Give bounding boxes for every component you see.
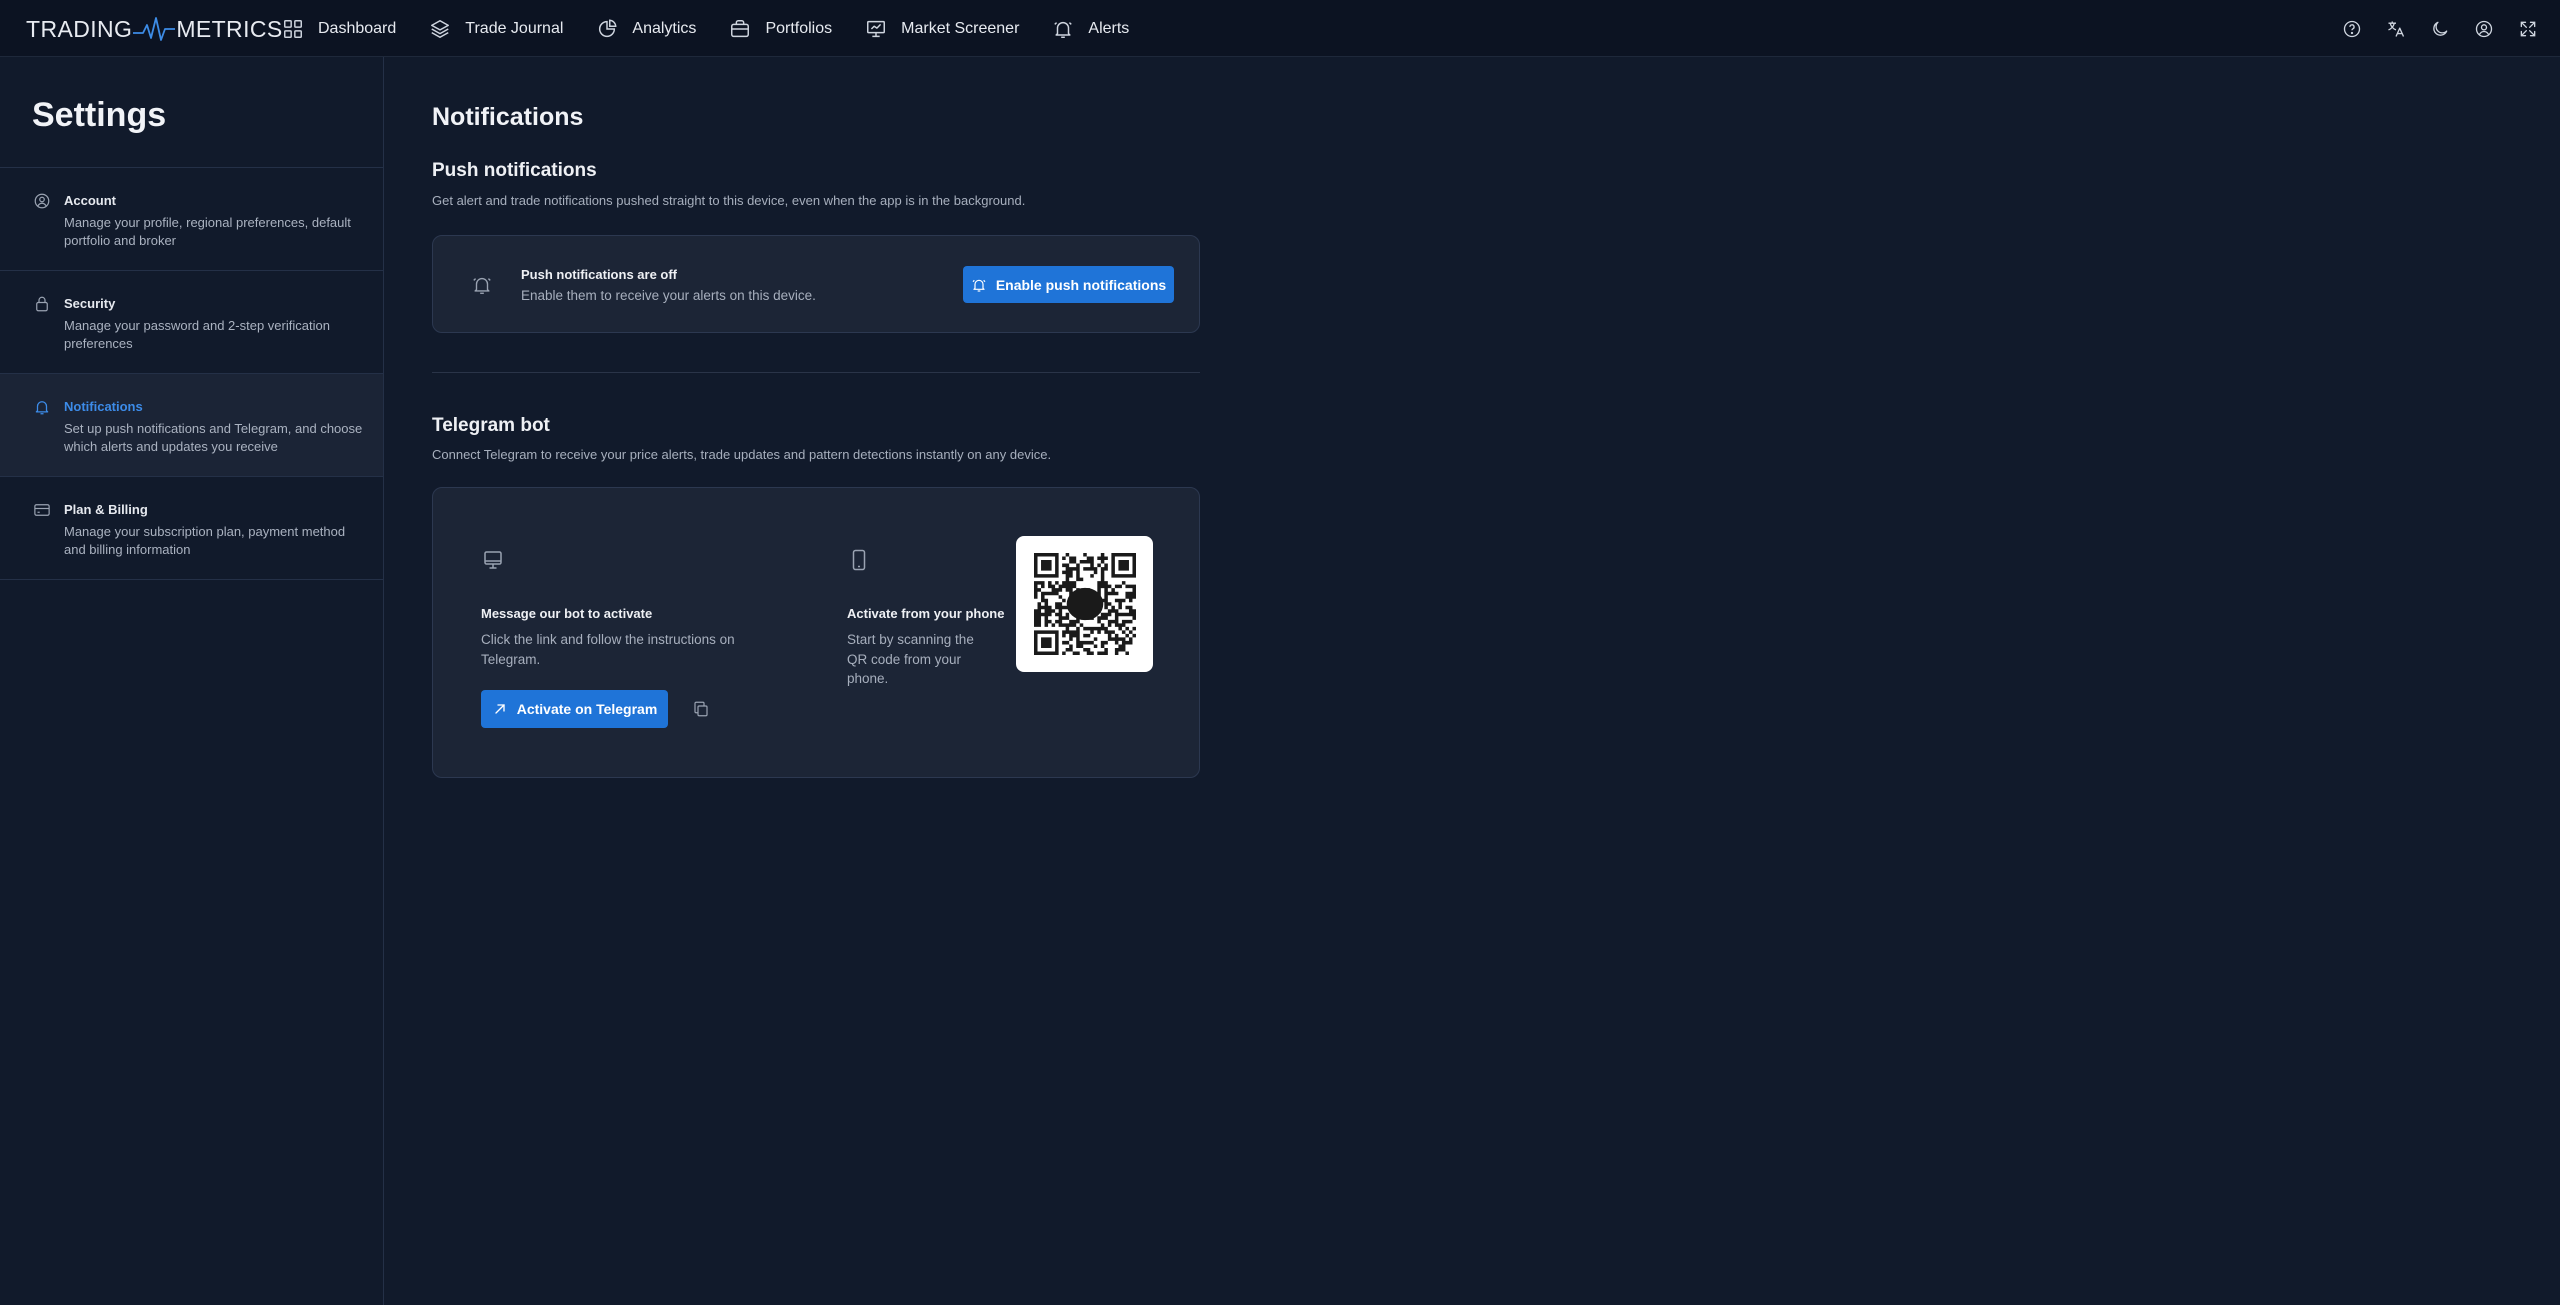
brand-text-right: METRICS bbox=[176, 15, 283, 42]
push-section-title: Push notifications bbox=[432, 160, 597, 181]
smartphone-icon bbox=[852, 549, 866, 571]
enable-push-label: Enable push notifications bbox=[995, 276, 1167, 293]
monitor-icon bbox=[484, 551, 502, 569]
moon-icon[interactable] bbox=[2430, 19, 2450, 39]
push-status-card: Push notifications are off Enable them t… bbox=[432, 235, 1200, 333]
pulse-logo-icon bbox=[133, 17, 176, 41]
nav-label: Dashboard bbox=[318, 19, 397, 37]
bell-ring-icon bbox=[972, 279, 986, 292]
grid-icon bbox=[284, 19, 302, 38]
push-status-title: Push notifications are off bbox=[521, 267, 678, 282]
telegram-section-title: Telegram bot bbox=[432, 415, 550, 436]
nav-trade-journal[interactable]: Trade Journal bbox=[429, 0, 563, 57]
copy-icon[interactable] bbox=[692, 700, 710, 718]
nav-analytics[interactable]: Analytics bbox=[596, 0, 696, 57]
page-title: Notifications bbox=[432, 103, 584, 131]
phone-activate-title: Activate from your phone bbox=[847, 606, 1005, 621]
sidebar-item-description: Set up push notifications and Telegram, … bbox=[64, 421, 363, 454]
sidebar-item-title: Plan & Billing bbox=[64, 502, 148, 517]
help-icon[interactable] bbox=[2342, 19, 2362, 39]
briefcase-icon bbox=[731, 19, 750, 37]
bot-activate-description: Click the link and follow the instructio… bbox=[481, 632, 735, 667]
bell-icon bbox=[473, 277, 491, 294]
phone-activate-description: Start by scanning the QR code from your … bbox=[847, 632, 974, 686]
user-icon[interactable] bbox=[2474, 19, 2494, 39]
sidebar-item-plan-billing[interactable]: Plan & Billing Manage your subscription … bbox=[0, 477, 383, 580]
nav-label: Trade Journal bbox=[465, 19, 564, 37]
sidebar-item-notifications[interactable]: Notifications Set up push notifications … bbox=[0, 374, 383, 477]
nav-portfolios[interactable]: Portfolios bbox=[729, 0, 832, 57]
credit-card-icon bbox=[34, 504, 50, 516]
section-divider bbox=[432, 372, 1200, 373]
sidebar-item-account[interactable]: Account Manage your profile, regional pr… bbox=[0, 168, 383, 271]
user-circle-icon bbox=[34, 193, 50, 209]
nav-label: Portfolios bbox=[765, 19, 833, 37]
arrow-up-right-icon bbox=[495, 704, 505, 714]
lock-icon bbox=[36, 296, 48, 312]
pie-chart-icon bbox=[599, 19, 617, 37]
sidebar-item-title: Account bbox=[64, 193, 116, 208]
top-navigation-bar: TRADING METRICS Dashboard Trade Journal … bbox=[0, 0, 2560, 57]
sidebar-item-title: Security bbox=[64, 296, 116, 311]
layers-icon bbox=[431, 19, 450, 38]
brand-text-left: TRADING bbox=[26, 15, 133, 42]
presentation-chart-icon bbox=[867, 20, 886, 37]
bell-icon bbox=[35, 401, 49, 415]
telegram-section-description: Connect Telegram to receive your price a… bbox=[432, 447, 1052, 462]
settings-menu: Account Manage your profile, regional pr… bbox=[0, 167, 383, 580]
nav-utilities bbox=[2318, 0, 2538, 57]
enable-push-button[interactable]: Enable push notifications bbox=[963, 266, 1174, 303]
nav-market-screener[interactable]: Market Screener bbox=[865, 0, 1019, 57]
main-nav: Dashboard Trade Journal Analytics Portfo… bbox=[282, 0, 1162, 57]
push-section-description: Get alert and trade notifications pushed… bbox=[432, 193, 1026, 208]
sidebar-item-description: Manage your profile, regional preference… bbox=[64, 215, 351, 248]
settings-sidebar: Settings Account Manage your profile, re… bbox=[0, 57, 384, 1305]
nav-label: Analytics bbox=[632, 19, 697, 37]
nav-label: Market Screener bbox=[901, 19, 1020, 37]
sidebar-item-description: Manage your password and 2-step verifica… bbox=[64, 318, 330, 351]
push-status-description: Enable them to receive your alerts on th… bbox=[521, 288, 816, 303]
nav-dashboard[interactable]: Dashboard bbox=[282, 0, 396, 57]
translate-icon[interactable] bbox=[2386, 19, 2406, 39]
telegram-card: Message our bot to activate Click the li… bbox=[432, 487, 1200, 778]
sidebar-item-title: Notifications bbox=[64, 399, 143, 414]
sidebar-item-description: Manage your subscription plan, payment m… bbox=[64, 524, 346, 557]
brand-logo[interactable]: TRADING METRICS bbox=[26, 14, 283, 44]
bell-icon bbox=[1054, 21, 1073, 38]
bot-activate-title: Message our bot to activate bbox=[481, 606, 653, 621]
nav-label: Alerts bbox=[1088, 19, 1130, 37]
qr-code-image bbox=[1034, 553, 1136, 655]
telegram-qr-code bbox=[1016, 536, 1153, 672]
activate-telegram-button[interactable]: Activate on Telegram bbox=[481, 690, 668, 728]
fullscreen-icon[interactable] bbox=[2518, 19, 2538, 39]
sidebar-item-security[interactable]: Security Manage your password and 2-step… bbox=[0, 271, 383, 374]
sidebar-title: Settings bbox=[32, 96, 167, 134]
nav-alerts[interactable]: Alerts bbox=[1052, 0, 1129, 57]
activate-telegram-label: Activate on Telegram bbox=[516, 701, 658, 717]
